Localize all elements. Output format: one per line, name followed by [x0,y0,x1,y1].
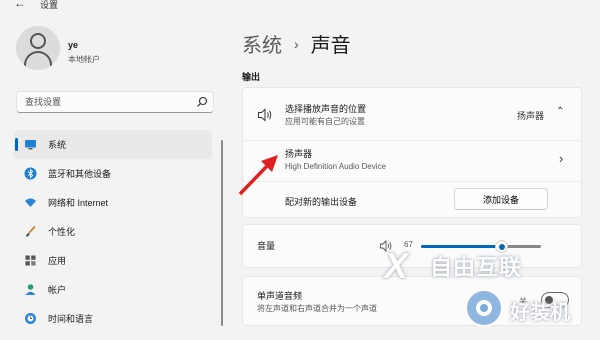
sidebar-item-label: 个性化 [48,227,76,237]
sidebar-item-bluetooth[interactable]: 蓝牙和其他设备 [14,159,212,188]
divider [243,181,581,182]
output-card: 选择播放声音的位置 应用可能有自己的设置 扬声器 ⌃ 扬声器 High Defi… [242,87,582,218]
sidebar-item-label: 帐户 [48,285,67,295]
apps-icon [25,255,36,266]
watermark-brand: 自由互联 [430,255,523,280]
choose-output-row[interactable]: 选择播放声音的位置 应用可能有自己的设置 扬声器 ⌃ [243,88,581,140]
speaker-device-subtitle: High Definition Audio Device [285,162,386,171]
sidebar-item-system[interactable]: 系统 [14,130,212,159]
avatar[interactable] [16,26,60,70]
sidebar-nav: 系统 蓝牙和其他设备 网络和 Internet 个性化 应用 帐户 时间和语言 [14,130,212,333]
choose-output-title: 选择播放声音的位置 [285,104,367,114]
red-arrow-annotation [238,155,278,196]
user-account-type: 本地帐户 [68,55,100,64]
mono-audio-title: 单声道音频 [257,291,303,301]
clock-globe-icon [25,313,36,324]
breadcrumb-separator: › [294,35,299,52]
breadcrumb: 系统 › 声音 [242,29,351,58]
sidebar-item-time-language[interactable]: 时间和语言 [14,304,212,333]
chevron-up-icon[interactable]: ⌃ [556,106,564,117]
watermark-site: 好装机 [510,302,570,324]
sidebar-item-network[interactable]: 网络和 Internet [14,188,212,217]
user-name: ye [68,40,79,50]
chevron-right-icon[interactable]: › [559,151,563,166]
sidebar-item-label: 蓝牙和其他设备 [48,169,112,179]
speaker-device-row[interactable]: 扬声器 High Definition Audio Device › [243,141,581,181]
monitor-icon [25,140,36,150]
bluetooth-icon [24,167,37,180]
account-icon [25,284,36,295]
watermark: X 自由互联 好装机 [378,248,600,340]
pair-device-label: 配对新的输出设备 [285,197,358,207]
volume-label: 音量 [257,241,276,251]
section-label-output: 输出 [242,72,261,82]
sidebar-item-label: 应用 [48,256,67,266]
sidebar-item-accounts[interactable]: 帐户 [14,275,212,304]
search-input[interactable] [16,91,214,113]
breadcrumb-parent[interactable]: 系统 [242,29,282,58]
watermark-x-mark: X [384,245,409,286]
search-icon[interactable] [195,95,209,109]
title-bar: ← 设置 [0,0,600,12]
mono-audio-subtitle: 将左声道和右声道合并为一个声道 [257,304,377,313]
watermark-logo-icon [465,289,503,327]
choose-output-value: 扬声器 [517,111,545,121]
sidebar-item-label: 系统 [48,140,67,150]
sidebar-item-apps[interactable]: 应用 [14,246,212,275]
sidebar-item-personalization[interactable]: 个性化 [14,217,212,246]
brush-icon [26,225,36,237]
choose-output-subtitle: 应用可能有自己的设置 [285,117,365,126]
add-device-button[interactable]: 添加设备 [454,188,548,210]
sidebar-item-label: 网络和 Internet [48,198,109,208]
sidebar-scrollbar[interactable] [221,140,223,326]
wifi-icon [25,198,36,207]
window-title: 设置 [40,0,59,10]
sidebar-item-label: 时间和语言 [48,314,94,324]
back-arrow-icon[interactable]: ← [14,0,26,10]
speaker-icon [258,108,272,122]
page-title: 声音 [310,35,351,57]
speaker-device-title: 扬声器 [285,149,313,159]
